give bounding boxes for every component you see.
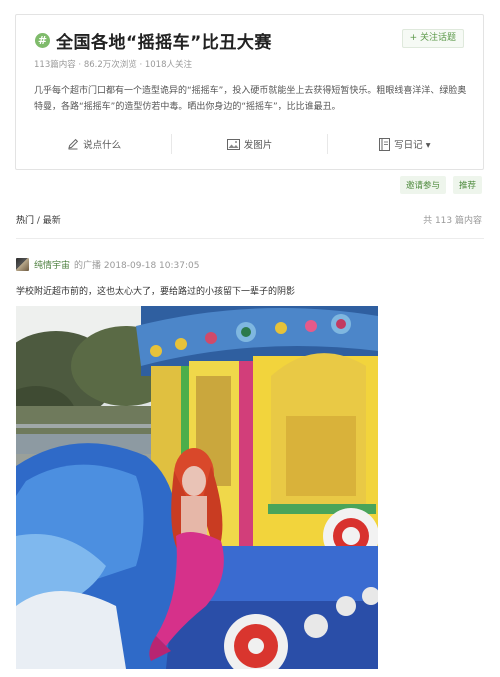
post-text: 学校附近超市前的，这也太心大了，要给路过的小孩留下一辈子的阴影 — [16, 287, 296, 297]
content-count: 共 113 篇内容 — [423, 216, 482, 226]
tag-row: 邀请参与 推荐 — [399, 176, 482, 194]
post-timestamp: 的广播 2018-09-18 10:37:05 — [74, 261, 200, 271]
recommend-tag-button[interactable]: 推荐 — [452, 176, 482, 194]
notebook-icon — [379, 137, 391, 151]
post-meta: 纯情宇宙 的广播 2018-09-18 10:37:05 — [16, 258, 199, 271]
write-diary-button[interactable]: 写日记 ▾ — [328, 137, 482, 151]
image-icon — [226, 138, 240, 150]
topic-header: # 全国各地“摇摇车”比丑大赛 — [35, 28, 272, 53]
post-image-label: 发图片 — [243, 140, 273, 151]
divider — [16, 238, 484, 239]
filter-row: 热门 / 最新 共 113 篇内容 — [16, 213, 482, 227]
topic-card: # 全国各地“摇摇车”比丑大赛 + 关注话题 113篇内容 · 86.2万次浏览… — [15, 14, 484, 170]
post-image-button[interactable]: 发图片 — [172, 137, 326, 151]
follow-topic-button[interactable]: + 关注话题 — [401, 29, 464, 48]
pencil-icon — [68, 138, 79, 150]
avatar[interactable] — [16, 258, 29, 271]
author-link[interactable]: 纯情宇宙 — [34, 258, 70, 271]
sort-tabs: 热门 / 最新 — [16, 213, 61, 226]
tab-latest[interactable]: 最新 — [43, 216, 61, 226]
write-diary-label: 写日记 ▾ — [394, 140, 431, 151]
say-something-button[interactable]: 说点什么 — [17, 137, 171, 151]
action-bar: 说点什么 发图片 写日记 ▾ — [17, 132, 482, 156]
invite-tag-button[interactable]: 邀请参与 — [399, 176, 446, 194]
say-something-label: 说点什么 — [83, 140, 122, 151]
ride-photo-illustration — [16, 306, 378, 669]
topic-title: 全国各地“摇摇车”比丑大赛 — [56, 33, 272, 53]
tab-separator: / — [34, 216, 43, 226]
post-photo[interactable] — [16, 306, 378, 669]
topic-stats: 113篇内容 · 86.2万次浏览 · 1018人关注 — [34, 60, 192, 70]
tab-hot[interactable]: 热门 — [16, 216, 34, 226]
topic-description: 几乎每个超市门口都有一个造型诡异的“摇摇车”，投入硬币就能坐上去获得短暂快乐。粗… — [34, 86, 467, 112]
hash-icon: # — [35, 33, 50, 48]
